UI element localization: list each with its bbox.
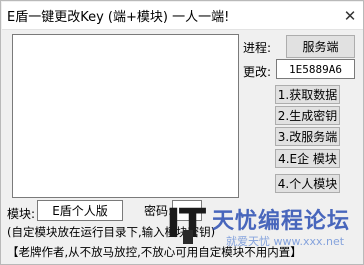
change-key-input[interactable]: 1E5889A6: [276, 59, 355, 79]
module-input[interactable]: E盾个人版: [37, 200, 123, 221]
title-bar: E盾一键更改Key (端+模块) 一人一端! ✕: [2, 2, 363, 30]
e-module-button[interactable]: 4.E企 模块: [275, 149, 340, 168]
close-icon[interactable]: ✕: [341, 7, 359, 25]
process-label: 进程:: [243, 41, 272, 55]
watermark: IT 天忧编程论坛 就爱天忧 www.xxx.net: [166, 199, 364, 259]
module-label: 模块:: [7, 207, 36, 221]
process-select-button[interactable]: 服务端: [286, 35, 355, 58]
output-textbox[interactable]: [12, 34, 239, 198]
personal-module-button[interactable]: 4.个人模块: [275, 174, 340, 193]
watermark-logo: IT: [166, 201, 206, 247]
generate-key-button[interactable]: 2.生成密钥: [275, 106, 340, 125]
window-title: E盾一键更改Key (端+模块) 一人一端!: [7, 10, 230, 25]
change-server-button[interactable]: 3.改服务端: [275, 127, 340, 146]
get-data-button[interactable]: 1.获取数据: [275, 85, 340, 104]
change-label: 更改:: [243, 65, 272, 79]
watermark-title: 天忧编程论坛: [212, 209, 351, 234]
watermark-subtitle: 就爱天忧 www.xxx.net: [226, 235, 345, 248]
app-window: E盾一键更改Key (端+模块) 一人一端! ✕ 进程: 服务端 更改: 1E5…: [0, 0, 364, 265]
